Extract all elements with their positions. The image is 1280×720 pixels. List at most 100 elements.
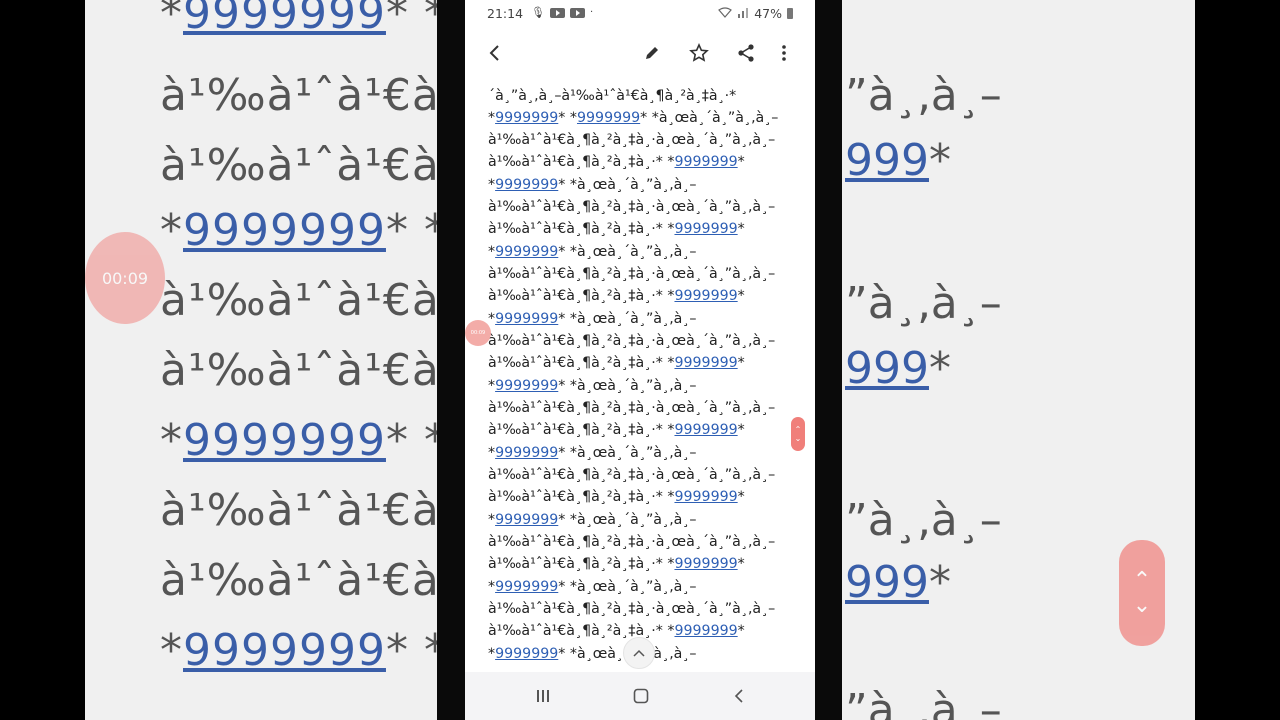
edit-button[interactable] <box>637 38 667 68</box>
letterbox-left <box>437 0 465 720</box>
text-line: *9999999* *à¸œà¸´à¸”à¸‚à¸– <box>488 646 696 662</box>
wifi-icon <box>718 6 733 21</box>
phone-link[interactable]: 9999999 <box>495 646 558 662</box>
bg-text-line: à¹‰à¹ˆà¹€à <box>160 555 440 606</box>
phone-link[interactable]: 9999999 <box>674 288 737 304</box>
bg-right-text: ”à¸‚à¸– <box>845 70 1002 121</box>
text-line: à¹‰à¹ˆà¹€à¸¶à¸²à¸‡à¸·* *9999999* <box>488 422 745 438</box>
bg-text-line: à¹‰à¹ˆà¹€à <box>160 485 440 536</box>
bg-right-text: ”à¸‚à¸– <box>845 495 1002 546</box>
star-button[interactable] <box>684 38 714 68</box>
chevron-up-icon: ⌃ <box>794 425 802 434</box>
recent-apps-button[interactable] <box>523 682 563 710</box>
text-line: ´à¸”à¸‚à¸–à¹‰à¹ˆà¹€à¸¶à¸²à¸‡à¸·* <box>488 88 737 104</box>
status-time: 21:14 <box>487 6 524 21</box>
text-line: à¹‰à¹ˆà¹€à¸¶à¸²à¸‡à¸·à¸œà¸´à¸”à¸‚à¸– <box>488 467 776 483</box>
bg-timer-bubble: 00:09 <box>85 232 165 324</box>
text-line: à¹‰à¹ˆà¹€à¸¶à¸²à¸‡à¸·* *9999999* <box>488 355 745 371</box>
dot-icon: · <box>589 7 594 18</box>
mic-icon: 🎙 <box>531 6 545 19</box>
phone-screen: 21:14 🎙 · 47% ´à¸”à¸‚à¸–à¹‰à¹ˆà¹€à¸¶à¸²à… <box>465 0 815 720</box>
text-line: *9999999* *à¸œà¸´à¸”à¸‚à¸– <box>488 445 697 461</box>
battery-icon <box>787 8 793 19</box>
recent-apps-icon <box>537 690 549 702</box>
phone-link[interactable]: 9999999 <box>495 378 558 394</box>
letterbox-right <box>815 0 842 720</box>
phone-link[interactable]: 9999999 <box>674 623 737 639</box>
recording-timer-bubble[interactable]: 00:09 <box>465 320 491 346</box>
text-line: à¹‰à¹ˆà¹€à¸¶à¸²à¸‡à¸·à¸œà¸´à¸”à¸‚à¸– <box>488 266 776 282</box>
phone-link[interactable]: 9999999 <box>674 221 737 237</box>
bg-text-line: à¹‰à¹ˆà¹€à <box>160 70 440 121</box>
status-bar: 21:14 🎙 · 47% <box>465 0 815 28</box>
phone-link[interactable]: 9999999 <box>495 445 558 461</box>
phone-link[interactable]: 9999999 <box>577 110 640 126</box>
bg-text-line: à¹‰à¹ˆà¹€à <box>160 140 440 191</box>
back-arrow-icon <box>489 45 499 61</box>
text-line: à¹‰à¹ˆà¹€à¸¶à¸²à¸‡à¸·* *9999999* <box>488 154 745 170</box>
text-line: *9999999* *à¸œà¸´à¸”à¸‚à¸– <box>488 177 697 193</box>
bg-right-link: 999* <box>845 343 951 394</box>
more-options-button[interactable] <box>769 38 799 68</box>
text-line: à¹‰à¹ˆà¹€à¸¶à¸²à¸‡à¸·à¸œà¸´à¸”à¸‚à¸– <box>488 601 776 617</box>
text-line: *9999999* *à¸œà¸´à¸”à¸‚à¸– <box>488 512 697 528</box>
more-vertical-icon <box>782 45 786 61</box>
youtube-icon <box>569 7 585 18</box>
fast-scroll-handle[interactable]: ⌃ ⌄ <box>791 417 805 451</box>
chevron-up-icon <box>633 649 645 657</box>
navigation-bar <box>465 672 815 720</box>
phone-link[interactable]: 9999999 <box>674 154 737 170</box>
text-line: à¹‰à¹ˆà¹€à¸¶à¸²à¸‡à¸·* *9999999* <box>488 623 745 639</box>
text-line: à¹‰à¹ˆà¹€à¸¶à¸²à¸‡à¸·à¸œà¸´à¸”à¸‚à¸– <box>488 333 776 349</box>
text-line: à¹‰à¹ˆà¹€à¸¶à¸²à¸‡à¸·* *9999999* <box>488 288 745 304</box>
nav-back-button[interactable] <box>719 682 759 710</box>
phone-link[interactable]: 9999999 <box>674 489 737 505</box>
bg-link-line: *9999999* * <box>160 205 447 256</box>
bg-text-line: à¹‰à¹ˆà¹€à <box>160 275 440 326</box>
bg-scroll-handle: ⌃ ⌄ <box>1119 540 1165 646</box>
youtube-icon <box>549 7 565 18</box>
text-line: à¹‰à¹ˆà¹€à¸¶à¸²à¸‡à¸·à¸œà¸´à¸”à¸‚à¸– <box>488 534 776 550</box>
text-line: *9999999* *à¸œà¸´à¸”à¸‚à¸– <box>488 311 697 327</box>
document-content[interactable]: ´à¸”à¸‚à¸–à¹‰à¹ˆà¹€à¸¶à¸²à¸‡à¸·* *999999… <box>465 80 815 672</box>
phone-link[interactable]: 9999999 <box>495 110 558 126</box>
text-line: à¹‰à¹ˆà¹€à¸¶à¸²à¸‡à¸·* *9999999* <box>488 489 745 505</box>
phone-link[interactable]: 9999999 <box>674 355 737 371</box>
text-line: à¹‰à¹ˆà¹€à¸¶à¸²à¸‡à¸·* *9999999* <box>488 556 745 572</box>
bg-right-link: 999* <box>845 557 951 608</box>
star-icon <box>689 43 709 62</box>
battery-percent: 47% <box>754 6 782 21</box>
phone-link[interactable]: 9999999 <box>674 422 737 438</box>
home-icon <box>633 688 649 704</box>
signal-icon <box>737 6 749 21</box>
pencil-icon <box>646 47 658 59</box>
back-chevron-icon <box>734 689 743 703</box>
share-button[interactable] <box>731 38 761 68</box>
share-icon <box>738 44 754 62</box>
text-line: *9999999* *à¸œà¸´à¸”à¸‚à¸– <box>488 579 697 595</box>
phone-link[interactable]: 9999999 <box>495 311 558 327</box>
phone-link[interactable]: 9999999 <box>495 512 558 528</box>
phone-link[interactable]: 9999999 <box>674 556 737 572</box>
text-line: à¹‰à¹ˆà¹€à¸¶à¸²à¸‡à¸·à¸œà¸´à¸”à¸‚à¸– <box>488 132 776 148</box>
text-line: à¹‰à¹ˆà¹€à¸¶à¸²à¸‡à¸·à¸œà¸´à¸”à¸‚à¸– <box>488 199 776 215</box>
bg-text-line: à¹‰à¹ˆà¹€à <box>160 345 440 396</box>
text-line: *9999999* *9999999* *à¸œà¸´à¸”à¸‚à¸– <box>488 110 779 126</box>
bg-right-text: ”à¸‚à¸– <box>845 278 1002 329</box>
bg-right-link: 999* <box>845 135 951 186</box>
phone-link[interactable]: 9999999 <box>495 579 558 595</box>
bg-link-line: *9999999* * <box>160 415 447 466</box>
text-line: *9999999* *à¸œà¸´à¸”à¸‚à¸– <box>488 378 697 394</box>
text-line: *9999999* *à¸œà¸´à¸”à¸‚à¸– <box>488 244 697 260</box>
back-button[interactable] <box>480 38 510 68</box>
notification-icons: 🎙 · <box>531 6 593 19</box>
bg-link-line: *9999999* * <box>160 0 447 39</box>
phone-link[interactable]: 9999999 <box>495 244 558 260</box>
phone-link[interactable]: 9999999 <box>495 177 558 193</box>
bg-right-text: ”à¸‚à¸– <box>845 685 1002 720</box>
status-right: 47% <box>718 6 793 21</box>
home-button[interactable] <box>621 682 661 710</box>
text-line: à¹‰à¹ˆà¹€à¸¶à¸²à¸‡à¸·à¸œà¸´à¸”à¸‚à¸– <box>488 400 776 416</box>
scroll-to-top-button[interactable] <box>623 637 655 669</box>
chevron-down-icon: ⌄ <box>794 434 802 443</box>
